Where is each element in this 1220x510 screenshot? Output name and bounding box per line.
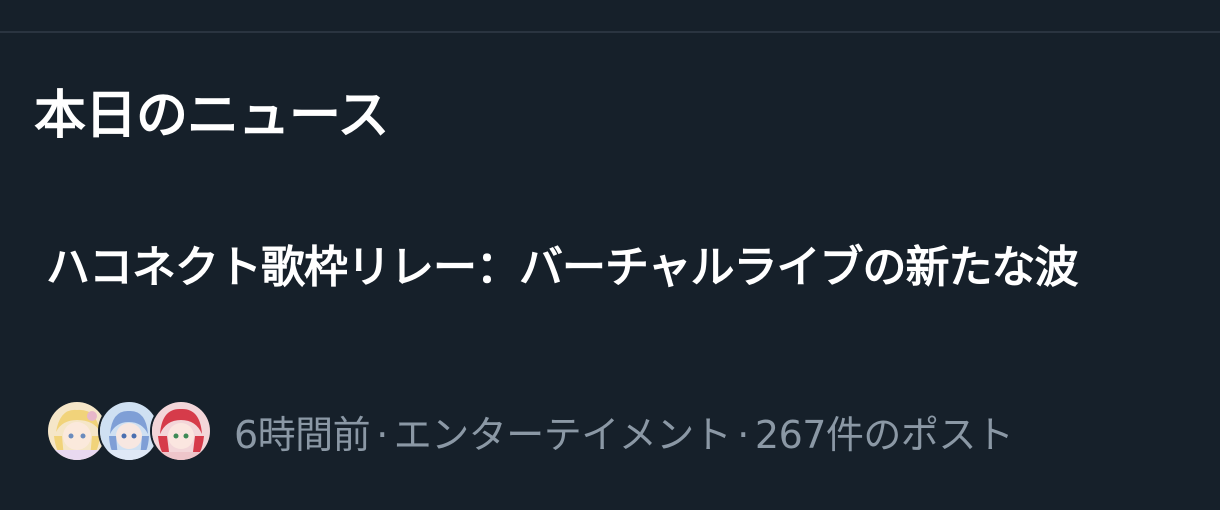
section-title: 本日のニュース bbox=[34, 86, 389, 146]
news-item[interactable]: ハコネクト歌枠リレー：バーチャルライブの新たな波 6時間前 · エンターテイメン… bbox=[0, 212, 1220, 510]
news-post-count: 267件のポスト bbox=[754, 412, 1014, 457]
news-category: エンターテイメント bbox=[393, 412, 732, 457]
news-meta: 6時間前 · エンターテイメント · 267件のポスト bbox=[46, 400, 1014, 462]
news-headline[interactable]: ハコネクト歌枠リレー：バーチャルライブの新たな波 bbox=[46, 230, 1166, 306]
news-meta-text: 6時間前 · エンターテイメント · 267件のポスト bbox=[234, 404, 1014, 459]
meta-separator: · bbox=[376, 412, 388, 457]
top-divider bbox=[0, 31, 1220, 33]
news-time: 6時間前 bbox=[234, 412, 371, 457]
meta-separator: · bbox=[737, 412, 749, 457]
avatar-red-hair-character-icon bbox=[150, 400, 212, 462]
avatar-stack bbox=[46, 400, 212, 462]
